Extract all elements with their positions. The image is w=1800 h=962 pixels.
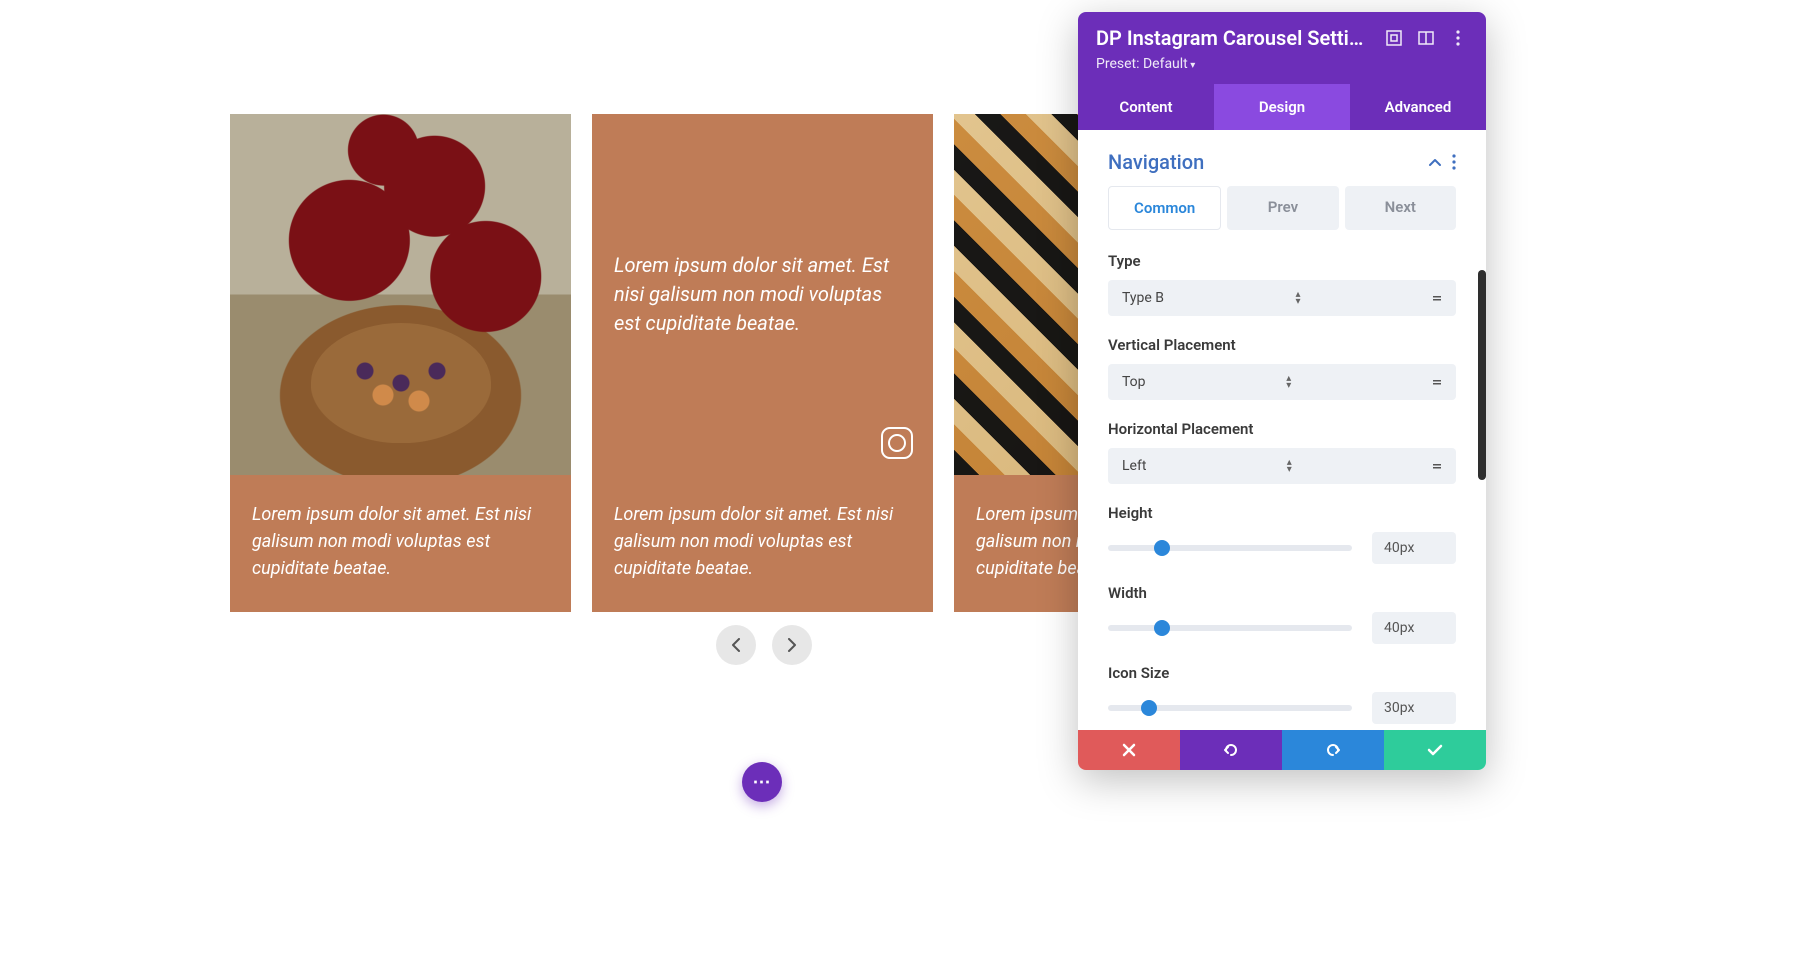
field-type: Type Type B ▴▾ xyxy=(1078,246,1486,330)
more-vertical-icon[interactable] xyxy=(1448,28,1468,48)
select-value: Type B xyxy=(1122,290,1164,306)
select-arrows-icon: ▴▾ xyxy=(1295,291,1300,305)
save-button[interactable] xyxy=(1384,730,1486,770)
field-width: Width 40px xyxy=(1078,578,1486,658)
icon-size-slider[interactable] xyxy=(1108,705,1352,711)
sub-tab-common[interactable]: Common xyxy=(1108,186,1221,230)
cancel-button[interactable] xyxy=(1078,730,1180,770)
field-label: Width xyxy=(1108,584,1456,602)
panel-tabs: Content Design Advanced xyxy=(1078,84,1486,130)
scrollbar-thumb[interactable] xyxy=(1478,270,1486,480)
carousel-nav xyxy=(716,625,812,665)
expand-icon[interactable] xyxy=(1384,28,1404,48)
field-label: Vertical Placement xyxy=(1108,336,1456,354)
section-header[interactable]: Navigation xyxy=(1078,130,1486,186)
field-icon-size: Icon Size 30px xyxy=(1078,658,1486,730)
field-label: Icon Size xyxy=(1108,664,1456,682)
carousel-card[interactable]: Lorem ipsum dolor sit amet. Est nisi gal… xyxy=(230,114,571,612)
height-slider[interactable] xyxy=(1108,545,1352,551)
panel-footer xyxy=(1078,730,1486,770)
overlay-text: Lorem ipsum dolor sit amet. Est nisi gal… xyxy=(592,251,933,338)
sub-tab-prev[interactable]: Prev xyxy=(1227,186,1338,230)
sub-tabs: Common Prev Next xyxy=(1078,186,1486,246)
panel-body: Navigation Common Prev Next Type xyxy=(1078,130,1486,730)
select-value: Left xyxy=(1122,458,1146,474)
carousel-card[interactable]: Lorem ipsum dolor sit amet. Est nisi gal… xyxy=(592,114,933,612)
tab-content[interactable]: Content xyxy=(1078,84,1214,130)
field-vertical-placement: Vertical Placement Top ▴▾ xyxy=(1078,330,1486,414)
card-caption: Lorem ipsum dolor sit amet. Est nisi gal… xyxy=(592,475,933,612)
section-title: Navigation xyxy=(1108,150,1204,174)
field-label: Type xyxy=(1108,252,1456,270)
select-value: Top xyxy=(1122,374,1146,390)
tab-design[interactable]: Design xyxy=(1214,84,1350,130)
type-select[interactable]: Type B ▴▾ xyxy=(1108,280,1456,316)
tab-advanced[interactable]: Advanced xyxy=(1350,84,1486,130)
panel-header: DP Instagram Carousel Setti… Preset: Def… xyxy=(1078,12,1486,84)
more-vertical-icon[interactable] xyxy=(1452,154,1456,170)
redo-button[interactable] xyxy=(1282,730,1384,770)
panel-title: DP Instagram Carousel Setti… xyxy=(1096,26,1372,50)
sub-tab-next[interactable]: Next xyxy=(1345,186,1456,230)
slider-thumb[interactable] xyxy=(1154,540,1170,556)
width-value[interactable]: 40px xyxy=(1372,612,1456,644)
card-image-overlay: Lorem ipsum dolor sit amet. Est nisi gal… xyxy=(592,114,933,475)
instagram-icon[interactable] xyxy=(881,427,913,459)
settings-panel: DP Instagram Carousel Setti… Preset: Def… xyxy=(1078,12,1486,770)
vertical-placement-select[interactable]: Top ▴▾ xyxy=(1108,364,1456,400)
chevron-up-icon[interactable] xyxy=(1428,157,1442,167)
preset-selector[interactable]: Preset: Default xyxy=(1096,56,1468,72)
card-image xyxy=(230,114,571,475)
field-horizontal-placement: Horizontal Placement Left ▴▾ xyxy=(1078,414,1486,498)
height-value[interactable]: 40px xyxy=(1372,532,1456,564)
next-button[interactable] xyxy=(772,625,812,665)
prev-button[interactable] xyxy=(716,625,756,665)
slider-thumb[interactable] xyxy=(1141,700,1157,716)
select-arrows-icon: ▴▾ xyxy=(1286,375,1291,389)
slider-thumb[interactable] xyxy=(1154,620,1170,636)
columns-icon[interactable] xyxy=(1416,28,1436,48)
fab-more-button[interactable] xyxy=(742,762,782,802)
horizontal-placement-select[interactable]: Left ▴▾ xyxy=(1108,448,1456,484)
card-caption: Lorem ipsum dolor sit amet. Est nisi gal… xyxy=(230,475,571,612)
undo-button[interactable] xyxy=(1180,730,1282,770)
field-height: Height 40px xyxy=(1078,498,1486,578)
icon-size-value[interactable]: 30px xyxy=(1372,692,1456,724)
field-label: Height xyxy=(1108,504,1456,522)
width-slider[interactable] xyxy=(1108,625,1352,631)
field-label: Horizontal Placement xyxy=(1108,420,1456,438)
select-arrows-icon: ▴▾ xyxy=(1287,459,1292,473)
